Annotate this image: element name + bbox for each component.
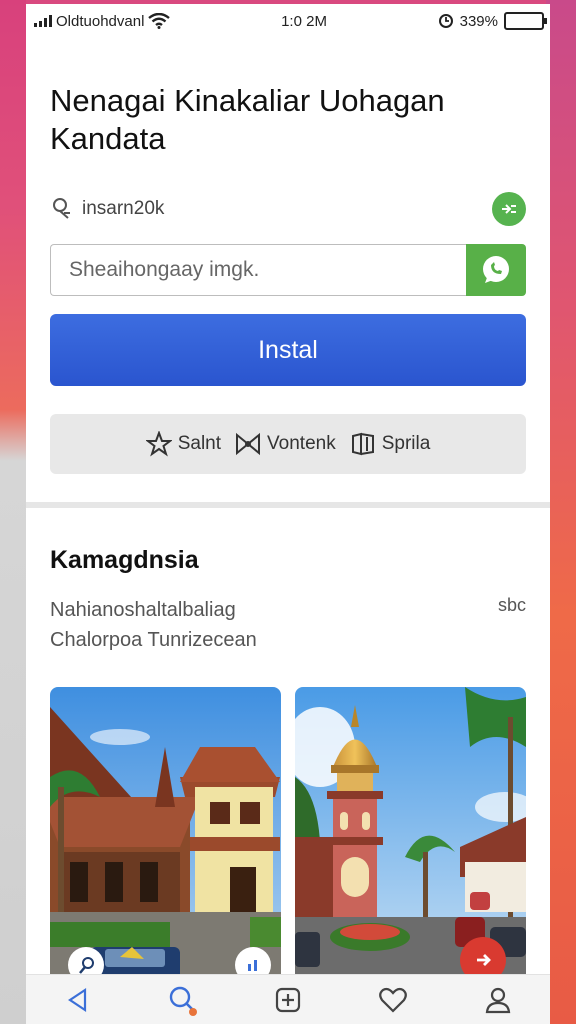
- clock: 1:0 2M: [281, 12, 327, 30]
- chip-label: Sprila: [381, 433, 431, 454]
- profile-icon: [485, 987, 510, 1013]
- chip-sprila[interactable]: Sprila: [350, 431, 431, 457]
- arrow-right-icon: [477, 954, 491, 966]
- bottom-navigation: [26, 974, 550, 1024]
- add-icon: [275, 987, 301, 1012]
- section-subtitle-1: Nahianoshaltalbaliag: [50, 599, 236, 621]
- bow-icon: [236, 432, 261, 456]
- whatsapp-button[interactable]: [466, 244, 526, 296]
- alarm-icon: [438, 14, 453, 28]
- gallery-image-1[interactable]: [50, 687, 281, 1005]
- feature-chips: Salnt Vontenk Sprila: [50, 414, 526, 474]
- battery-percent: 339%: [459, 12, 498, 30]
- battery-icon: [503, 12, 547, 30]
- user-icon: [53, 198, 70, 219]
- carrier-name: Oldtuohdvanl: [56, 12, 145, 30]
- search-input[interactable]: [50, 244, 466, 296]
- nav-profile[interactable]: [478, 980, 518, 1020]
- see-more-link[interactable]: sbc: [498, 595, 526, 655]
- section-divider: [26, 502, 550, 508]
- share-icon: [502, 204, 516, 214]
- whatsapp-icon: [483, 256, 509, 283]
- chip-salnt[interactable]: Salnt: [145, 431, 222, 457]
- gallery-image-2[interactable]: [295, 687, 526, 1005]
- chip-vontenk[interactable]: Vontenk: [235, 431, 336, 457]
- background-left: [0, 0, 26, 1024]
- app-screen: Oldtuohdvanl 1:0 2M 339% Nenagai Kinakal…: [26, 4, 550, 1024]
- signal-icon: [34, 15, 52, 27]
- search-row: [50, 244, 526, 296]
- nav-back[interactable]: [58, 980, 98, 1020]
- chip-label: Vontenk: [267, 433, 336, 454]
- book-icon: [351, 432, 374, 456]
- nav-search[interactable]: [163, 980, 203, 1020]
- section-subtitle-row: Nahianoshaltalbaliag Chalorpoa Tunrizece…: [50, 595, 526, 655]
- star-icon: [145, 431, 172, 457]
- nav-favorites[interactable]: [373, 980, 413, 1020]
- chip-label: Salnt: [177, 433, 222, 454]
- nav-add[interactable]: [268, 980, 308, 1020]
- install-button[interactable]: Instal: [50, 314, 526, 386]
- wifi-icon: [148, 13, 171, 29]
- search-icon: [169, 986, 198, 1016]
- back-icon: [68, 987, 87, 1012]
- background-right: [546, 0, 576, 1024]
- image-gallery: [50, 687, 526, 1005]
- section-subtitle-2: Chalorpoa Tunrizecean: [50, 629, 257, 651]
- app-title: Nenagai Kinakaliar Uohagan Kandata: [50, 83, 445, 156]
- heart-icon: [378, 987, 407, 1013]
- chart-icon: [248, 960, 257, 971]
- section-title: Kamagdnsia: [50, 546, 199, 574]
- pin-icon: [79, 957, 94, 974]
- share-button[interactable]: [492, 192, 526, 226]
- app-meta-row: insarn20k: [50, 192, 526, 226]
- install-count: insarn20k: [82, 198, 165, 219]
- status-bar: Oldtuohdvanl 1:0 2M 339%: [26, 4, 550, 38]
